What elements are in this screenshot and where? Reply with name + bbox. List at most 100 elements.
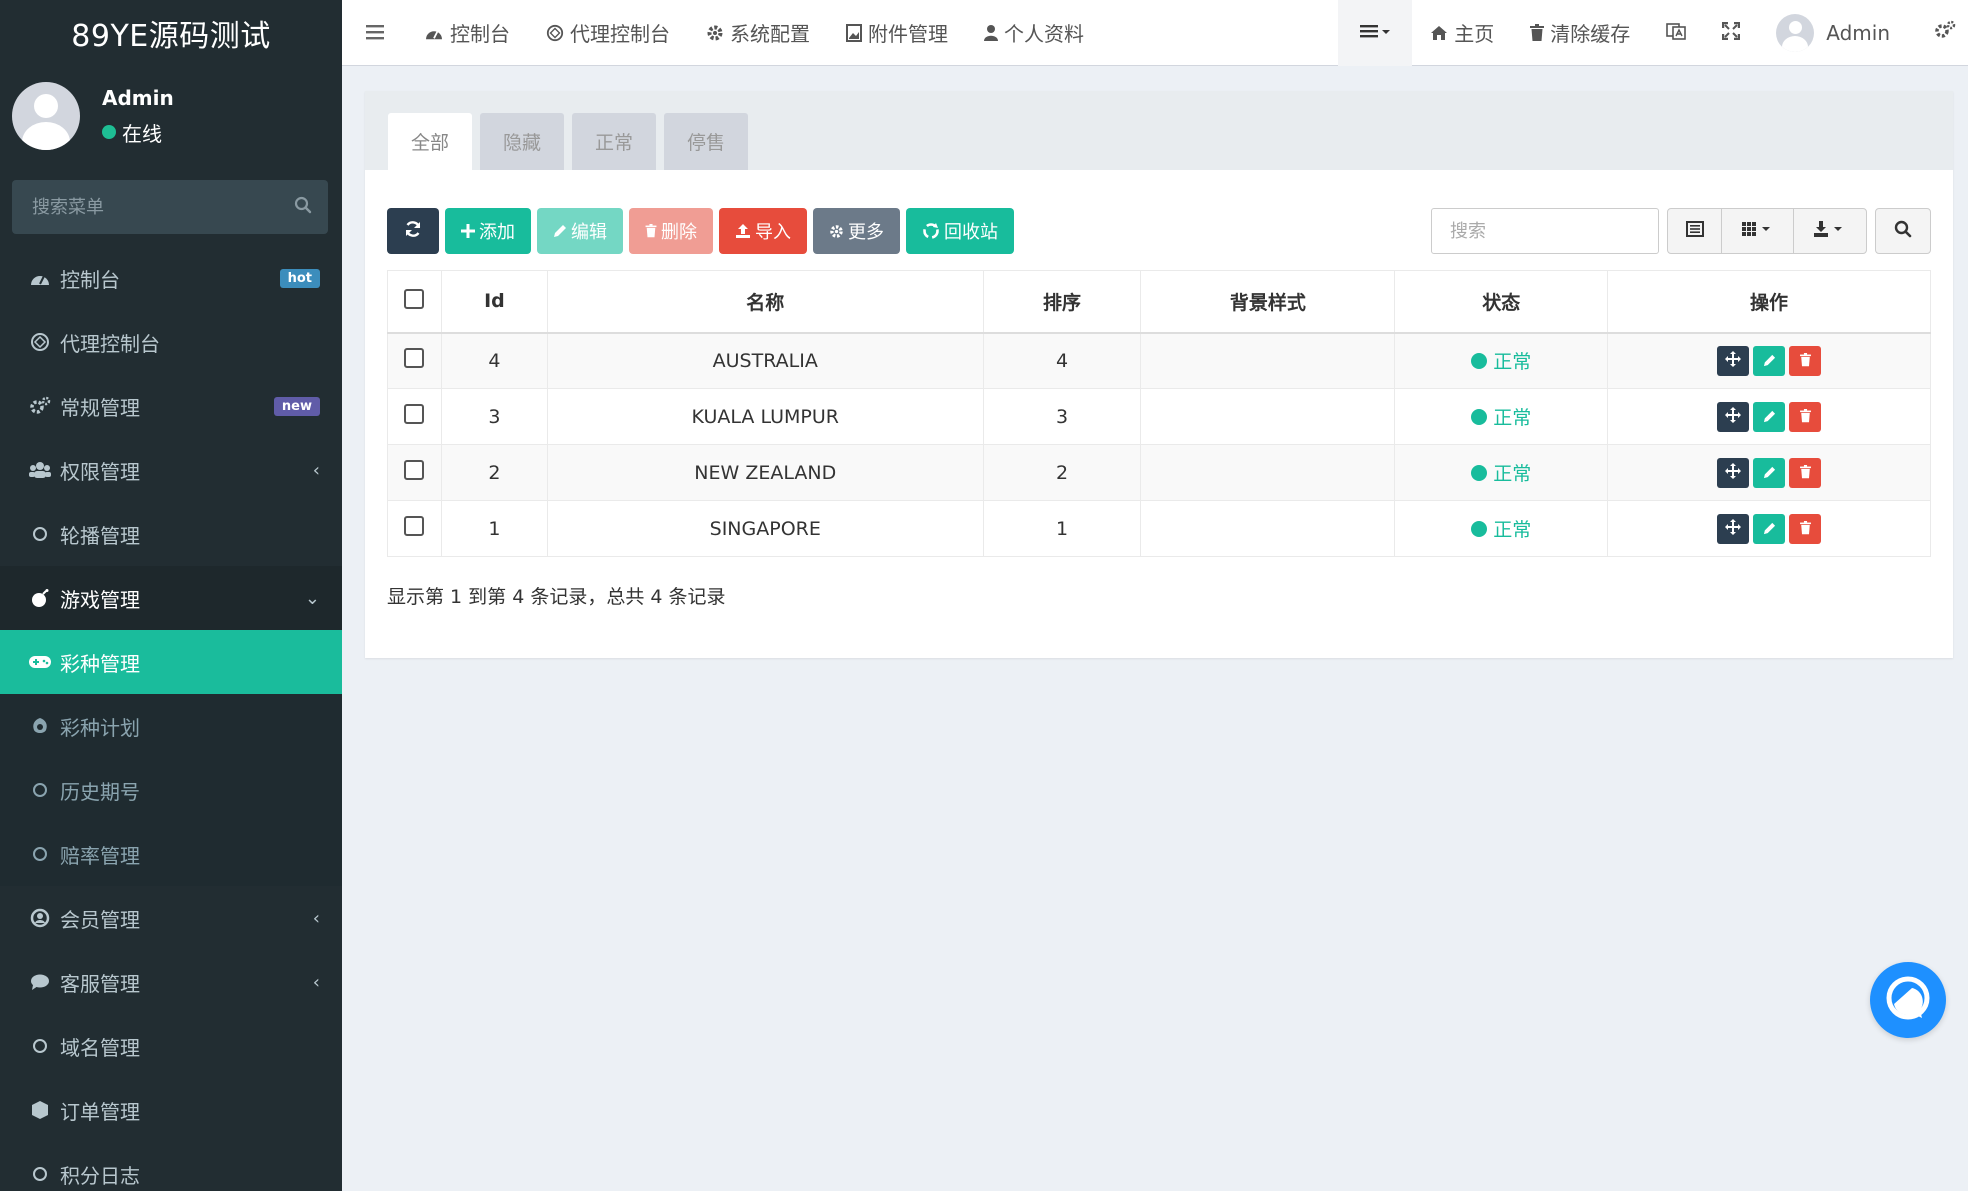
sidebar-item-lottery-types[interactable]: 彩种管理 xyxy=(0,630,342,694)
nav-home[interactable]: 主页 xyxy=(1412,0,1512,66)
delete-row-button[interactable] xyxy=(1789,513,1822,544)
refresh-button[interactable] xyxy=(387,208,439,254)
edit-button[interactable]: 编辑 xyxy=(537,208,623,254)
edit-row-button[interactable] xyxy=(1753,401,1786,432)
sidebar-item-games[interactable]: 游戏管理 ⌄ xyxy=(0,566,342,630)
user-menu[interactable]: Admin xyxy=(1758,0,1908,66)
column-header-actions: 操作 xyxy=(1607,270,1931,334)
sidebar-item-general[interactable]: 常规管理 new xyxy=(0,374,342,438)
delete-row-button[interactable] xyxy=(1789,401,1822,432)
nav-tab-attachments[interactable]: 附件管理 xyxy=(828,0,966,66)
nav-list-dropdown[interactable] xyxy=(1338,0,1413,66)
status-badge[interactable]: 正常 xyxy=(1471,403,1531,430)
recycle-icon xyxy=(922,222,940,240)
status-badge[interactable]: 正常 xyxy=(1471,515,1531,542)
cell-actions xyxy=(1607,332,1931,389)
trash-icon xyxy=(1530,23,1545,42)
user-circle-icon xyxy=(28,906,52,930)
import-button[interactable]: 导入 xyxy=(719,208,807,254)
sidebar-toggle-button[interactable] xyxy=(342,0,406,66)
delete-row-button[interactable] xyxy=(1789,457,1822,488)
edit-row-button[interactable] xyxy=(1753,513,1786,544)
export-dropdown-button[interactable] xyxy=(1794,209,1866,253)
chevron-down-icon: ⌄ xyxy=(304,587,320,609)
app-logo[interactable]: 89YE源码测试 xyxy=(0,0,342,66)
drag-sort-button[interactable] xyxy=(1717,345,1750,376)
edit-row-button[interactable] xyxy=(1753,457,1786,488)
column-header-status[interactable]: 状态 xyxy=(1394,270,1609,334)
fullscreen-button[interactable] xyxy=(1704,0,1758,66)
column-header-sort[interactable]: 排序 xyxy=(982,270,1142,334)
status-badge[interactable]: 正常 xyxy=(1471,459,1531,486)
columns-dropdown-button[interactable] xyxy=(1722,209,1794,253)
drag-sort-button[interactable] xyxy=(1717,513,1750,544)
sidebar-item-history-periods[interactable]: 历史期号 xyxy=(0,758,342,822)
sidebar-search-input[interactable] xyxy=(32,196,272,218)
nav-tab-dashboard[interactable]: 控制台 xyxy=(406,0,528,66)
cell-sort: 1 xyxy=(982,500,1142,557)
tab-normal[interactable]: 正常 xyxy=(572,113,656,170)
nav-tab-system-config[interactable]: 系统配置 xyxy=(688,0,828,66)
row-checkbox[interactable] xyxy=(404,348,425,369)
nav-tab-agent-dashboard[interactable]: 代理控制台 xyxy=(528,0,688,66)
drag-sort-button[interactable] xyxy=(1717,457,1750,488)
sidebar-item-permissions[interactable]: 权限管理 ‹ xyxy=(0,438,342,502)
sidebar-item-dashboard[interactable]: 控制台 hot xyxy=(0,246,342,310)
sidebar-item-customer-service[interactable]: 客服管理 ‹ xyxy=(0,950,342,1014)
table-header-row: Id 名称 排序 背景样式 状态 操作 xyxy=(387,270,1931,334)
toolbar: 添加 编辑 删除 导入 更多 回收站 xyxy=(387,208,1931,254)
toggle-view-button[interactable] xyxy=(1668,209,1722,253)
row-checkbox[interactable] xyxy=(404,516,425,536)
edit-row-button[interactable] xyxy=(1753,345,1786,376)
cell-bg-style xyxy=(1140,332,1396,389)
tab-stopped[interactable]: 停售 xyxy=(664,113,748,170)
chat-support-button[interactable] xyxy=(1870,962,1946,1038)
cell-name: KUALA LUMPUR xyxy=(546,388,984,445)
row-checkbox[interactable] xyxy=(404,460,425,480)
recycle-bin-button[interactable]: 回收站 xyxy=(906,208,1014,254)
expand-icon xyxy=(1722,21,1741,45)
sidebar-item-members[interactable]: 会员管理 ‹ xyxy=(0,886,342,950)
sidebar-item-agent-dashboard[interactable]: 代理控制台 xyxy=(0,310,342,374)
arrows-icon xyxy=(1725,350,1742,372)
table-row: 4 AUSTRALIA 4 正常 xyxy=(387,332,1931,389)
cell-status: 正常 xyxy=(1394,500,1609,557)
column-header-id[interactable]: Id xyxy=(440,270,548,334)
nav-tab-profile[interactable]: 个人资料 xyxy=(966,0,1102,66)
column-header-bg-style[interactable]: 背景样式 xyxy=(1140,270,1396,334)
search-icon[interactable] xyxy=(294,196,312,218)
table-search-input[interactable] xyxy=(1431,208,1659,254)
sidebar-item-lottery-plan[interactable]: 彩种计划 xyxy=(0,694,342,758)
sidebar-item-domains[interactable]: 域名管理 xyxy=(0,1014,342,1078)
tab-hidden[interactable]: 隐藏 xyxy=(480,113,564,170)
nav-clear-cache[interactable]: 清除缓存 xyxy=(1512,0,1648,66)
status-badge[interactable]: 正常 xyxy=(1471,347,1531,374)
settings-button[interactable] xyxy=(1908,0,1968,66)
delete-button[interactable]: 删除 xyxy=(629,208,713,254)
column-header-name[interactable]: 名称 xyxy=(546,270,984,334)
tab-all[interactable]: 全部 xyxy=(388,113,472,170)
language-toggle-button[interactable] xyxy=(1648,0,1704,66)
row-checkbox[interactable] xyxy=(404,404,425,424)
rebel-icon xyxy=(28,714,52,738)
cell-name: NEW ZEALAND xyxy=(546,444,984,501)
advanced-search-button[interactable] xyxy=(1875,208,1931,254)
sidebar-item-orders[interactable]: 订单管理 xyxy=(0,1078,342,1142)
circle-icon xyxy=(28,778,52,802)
delete-row-button[interactable] xyxy=(1789,345,1822,376)
more-button[interactable]: 更多 xyxy=(813,208,900,254)
drag-sort-button[interactable] xyxy=(1717,401,1750,432)
sidebar-search xyxy=(12,180,328,234)
user-name: Admin xyxy=(102,85,174,110)
download-icon xyxy=(1814,220,1846,242)
sidebar-item-carousel[interactable]: 轮播管理 xyxy=(0,502,342,566)
cell-sort: 3 xyxy=(982,388,1142,445)
select-all-checkbox[interactable] xyxy=(404,288,425,309)
add-button[interactable]: 添加 xyxy=(445,208,531,254)
sidebar-item-odds[interactable]: 赔率管理 xyxy=(0,822,342,886)
cell-actions xyxy=(1607,388,1931,445)
cell-actions xyxy=(1607,500,1931,557)
table-row: 1 SINGAPORE 1 正常 xyxy=(387,500,1931,557)
sidebar-item-points-log[interactable]: 积分日志 xyxy=(0,1142,342,1191)
table-row: 2 NEW ZEALAND 2 正常 xyxy=(387,444,1931,501)
